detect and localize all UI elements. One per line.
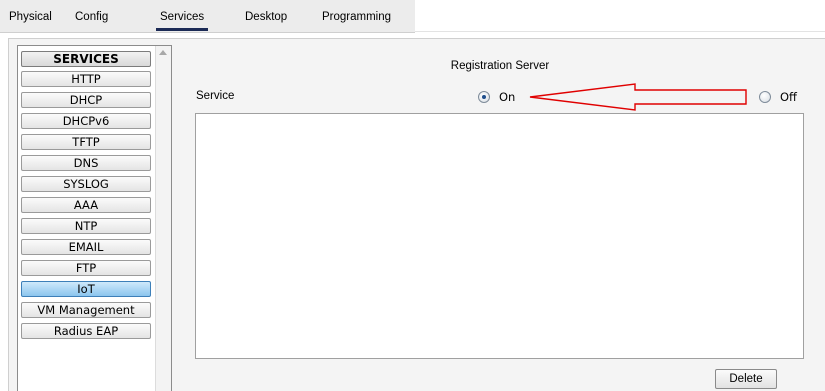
sidebar-item-vm-management[interactable]: VM Management (21, 302, 151, 318)
sidebar-item-email[interactable]: EMAIL (21, 239, 151, 255)
sidebar-item-dhcpv6[interactable]: DHCPv6 (21, 113, 151, 129)
sidebar-item-ftp[interactable]: FTP (21, 260, 151, 276)
sidebar-item-dhcp[interactable]: DHCP (21, 92, 151, 108)
tab-config[interactable]: Config (75, 11, 108, 23)
services-sidebar: SERVICES HTTP DHCP DHCPv6 TFTP DNS SYSLO… (17, 45, 172, 391)
service-on-radio[interactable] (478, 91, 490, 103)
page-title: Registration Server (450, 60, 550, 72)
sidebar-item-tftp[interactable]: TFTP (21, 134, 151, 150)
annotation-arrow-icon (529, 83, 747, 111)
tab-desktop[interactable]: Desktop (245, 11, 287, 23)
scroll-up-icon[interactable] (159, 50, 167, 55)
tab-strip-divider (415, 31, 825, 32)
tab-physical[interactable]: Physical (9, 11, 52, 23)
delete-button[interactable]: Delete (715, 369, 777, 389)
sidebar-item-ntp[interactable]: NTP (21, 218, 151, 234)
service-off-label[interactable]: Off (780, 90, 797, 104)
sidebar-header-services: SERVICES (21, 51, 151, 67)
sidebar-scrollbar[interactable] (155, 46, 171, 391)
tab-services[interactable]: Services (155, 11, 209, 31)
sidebar-item-syslog[interactable]: SYSLOG (21, 176, 151, 192)
sidebar-item-aaa[interactable]: AAA (21, 197, 151, 213)
sidebar-item-radius-eap[interactable]: Radius EAP (21, 323, 151, 339)
tab-programming[interactable]: Programming (322, 11, 391, 23)
sidebar-item-http[interactable]: HTTP (21, 71, 151, 87)
service-on-label[interactable]: On (499, 90, 515, 104)
service-label: Service (196, 90, 235, 102)
tab-bar: Physical Config Services Desktop Program… (0, 0, 825, 33)
sidebar-item-iot[interactable]: IoT (21, 281, 151, 297)
registration-log-area[interactable] (195, 113, 804, 359)
service-off-radio[interactable] (759, 91, 771, 103)
sidebar-item-dns[interactable]: DNS (21, 155, 151, 171)
